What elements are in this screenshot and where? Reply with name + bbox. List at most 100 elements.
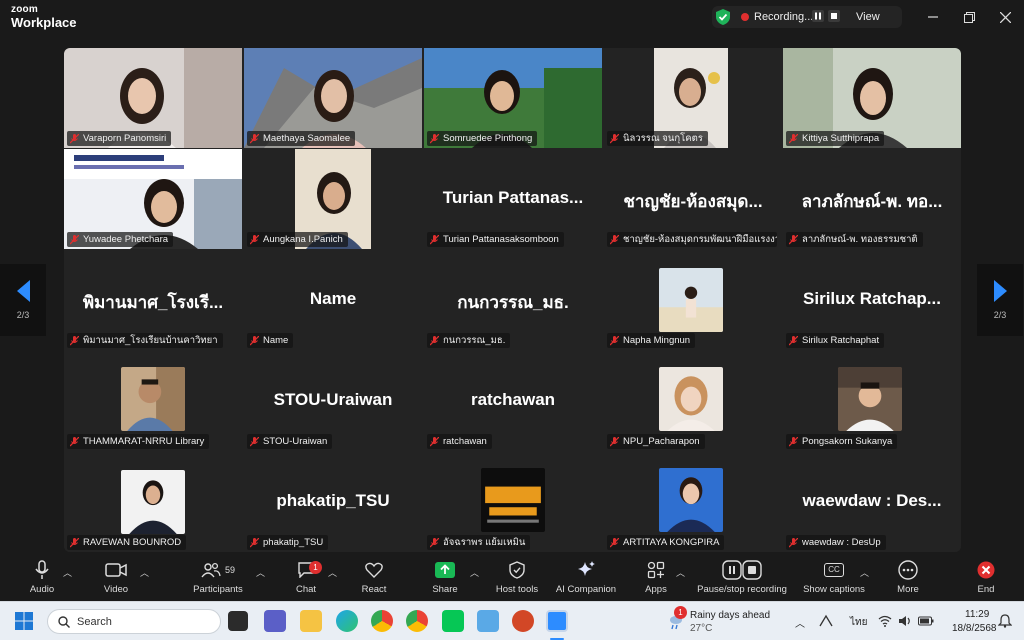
participant-name-label: Name bbox=[247, 333, 294, 348]
title-bar: zoom Workplace Recording... View bbox=[0, 0, 1024, 36]
input-language-indicator[interactable]: ไทย bbox=[850, 615, 867, 630]
mic-muted-icon bbox=[430, 537, 439, 547]
participant-name-label: Somruedee Pinthong bbox=[427, 131, 538, 146]
zoom-taskbar-icon[interactable] bbox=[546, 610, 568, 632]
volume-icon[interactable] bbox=[898, 615, 912, 627]
file-explorer-icon[interactable] bbox=[300, 610, 322, 632]
participant-display-name: waewdaw : Des... bbox=[802, 491, 942, 510]
edge-browser-icon[interactable] bbox=[336, 610, 358, 632]
participant-tile[interactable]: phakatip_TSU phakatip_TSU bbox=[244, 452, 422, 552]
close-icon[interactable] bbox=[996, 8, 1014, 26]
chat-options-chevron-icon[interactable]: ︿ bbox=[328, 566, 337, 579]
mic-muted-icon bbox=[70, 335, 79, 345]
page-indicator-left: 2/3 bbox=[16, 310, 30, 320]
participant-tile[interactable]: Pongsakorn Sukanya bbox=[783, 351, 961, 451]
participant-display-name: Name bbox=[309, 289, 357, 308]
battery-icon[interactable] bbox=[918, 615, 934, 627]
participant-name-label: Yuwadee Phetchara bbox=[67, 232, 174, 247]
react-button[interactable]: React bbox=[338, 558, 410, 598]
participant-tile[interactable]: STOU-Uraiwan STOU-Uraiwan bbox=[244, 351, 422, 451]
participant-tile[interactable]: ชาญชัย-ห้องสมุด... ชาญชัย-ห้องสมุดกรมพัฒ… bbox=[604, 149, 782, 249]
participant-profile-photo bbox=[659, 468, 723, 532]
participant-tile[interactable]: ARTITAYA KONGPIRA bbox=[604, 452, 782, 552]
participant-profile-photo bbox=[659, 367, 723, 431]
participant-tile[interactable]: NPU_Pacharapon bbox=[604, 351, 782, 451]
minimize-icon[interactable] bbox=[924, 8, 942, 26]
audio-options-chevron-icon[interactable]: ︿ bbox=[63, 566, 72, 579]
meeting-toolbar: Audio ︿ Video ︿ 59 Participants ︿ Chat 1… bbox=[0, 556, 1024, 600]
stop-recording-icon[interactable] bbox=[828, 10, 840, 22]
windows-start-icon[interactable] bbox=[15, 612, 33, 630]
participant-tile[interactable]: ratchawan ratchawan bbox=[424, 351, 602, 451]
powerpoint-icon[interactable] bbox=[512, 610, 534, 632]
recording-dot-icon bbox=[741, 13, 749, 21]
participants-options-chevron-icon[interactable]: ︿ bbox=[256, 566, 265, 579]
participants-button[interactable]: 59 Participants bbox=[182, 558, 254, 598]
video-options-chevron-icon[interactable]: ︿ bbox=[140, 566, 149, 579]
participant-display-name: STOU-Uraiwan bbox=[273, 390, 393, 409]
participant-display-name: ratchawan bbox=[470, 390, 556, 409]
chrome-icon[interactable] bbox=[371, 610, 393, 632]
ai-companion-button[interactable]: AI Companion bbox=[550, 558, 622, 598]
taskbar-search-input[interactable]: Search bbox=[47, 609, 221, 634]
participant-tile[interactable]: ลาภลักษณ์-พ. ทอ... ลาภลักษณ์-พ. ทองธรรมช… bbox=[783, 149, 961, 249]
participant-tile[interactable]: Yuwadee Phetchara bbox=[64, 149, 242, 249]
participant-tile[interactable]: Turian Pattanas... Turian Pattanasaksomb… bbox=[424, 149, 602, 249]
participant-tile[interactable]: Sirilux Ratchap... Sirilux Ratchaphat bbox=[783, 250, 961, 350]
participant-tile[interactable]: Aungkana I.Panich bbox=[244, 149, 422, 249]
participant-name-label: นิลวรรณ จนกุโคตร bbox=[607, 131, 708, 146]
chrome-profile-icon[interactable] bbox=[406, 610, 428, 632]
mic-muted-icon bbox=[250, 436, 259, 446]
line-app-icon[interactable] bbox=[442, 610, 464, 632]
heart-icon bbox=[365, 562, 383, 578]
participant-tile[interactable]: Kittiya Sutthiprapa bbox=[783, 48, 961, 148]
shield-check-icon[interactable] bbox=[716, 9, 730, 25]
pause-recording-icon[interactable] bbox=[812, 10, 824, 22]
participants-icon bbox=[201, 562, 221, 578]
task-view-icon[interactable] bbox=[228, 611, 248, 631]
teams-icon[interactable] bbox=[264, 610, 286, 632]
participant-tile[interactable]: Maethaya Saomalee bbox=[244, 48, 422, 148]
participant-tile[interactable]: พิมานมาศ_โรงเรี... พิมานมาศ_โรงเรียนบ้าน… bbox=[64, 250, 242, 350]
captions-options-chevron-icon[interactable]: ︿ bbox=[860, 566, 869, 579]
previous-page-button[interactable]: 2/3 bbox=[0, 264, 46, 336]
participant-name-label: พิมานมาศ_โรงเรียนบ้านคาวิทยา bbox=[67, 333, 223, 348]
participant-tile[interactable]: Varaporn Panomsiri bbox=[64, 48, 242, 148]
participant-name-label: Sirilux Ratchaphat bbox=[786, 333, 885, 348]
mic-muted-icon bbox=[250, 537, 259, 547]
end-meeting-button[interactable]: End bbox=[950, 558, 1022, 598]
tray-overflow-chevron-icon[interactable]: ︿ bbox=[795, 615, 805, 630]
participant-tile[interactable]: กนกวรรณ_มธ. กนกวรรณ_มธ. bbox=[424, 250, 602, 350]
participant-name-label: Pongsakorn Sukanya bbox=[786, 434, 898, 449]
view-button[interactable]: View bbox=[856, 11, 880, 23]
wifi-icon[interactable] bbox=[878, 615, 892, 627]
restore-icon[interactable] bbox=[960, 8, 978, 26]
recording-controls-icon bbox=[722, 560, 762, 580]
next-page-button[interactable]: 2/3 bbox=[977, 264, 1023, 336]
participant-tile[interactable]: waewdaw : Des... waewdaw : DesUp bbox=[783, 452, 961, 552]
clock-date[interactable]: 18/8/2568 bbox=[952, 623, 997, 634]
sparkle-icon bbox=[578, 561, 595, 576]
participant-profile-photo bbox=[659, 268, 723, 332]
mic-muted-icon bbox=[610, 436, 619, 446]
clock-time[interactable]: 11:29 bbox=[965, 609, 989, 620]
participant-tile[interactable]: Somruedee Pinthong bbox=[424, 48, 602, 148]
participant-tile[interactable]: อัจฉราพร แย้มเหมิน bbox=[424, 452, 602, 552]
apps-options-chevron-icon[interactable]: ︿ bbox=[676, 566, 685, 579]
participant-tile[interactable]: นิลวรรณ จนกุโคตร bbox=[604, 48, 782, 148]
network-tray-icon[interactable] bbox=[818, 614, 834, 628]
notepad-icon[interactable] bbox=[477, 610, 499, 632]
participants-count: 59 bbox=[224, 565, 235, 575]
participant-display-name: พิมานมาศ_โรงเรี... bbox=[82, 293, 224, 312]
participant-tile[interactable]: Napha Mingnun bbox=[604, 250, 782, 350]
participant-tile[interactable]: RAVEWAN BOUNROD bbox=[64, 452, 242, 552]
host-tools-button[interactable]: Host tools bbox=[481, 558, 553, 598]
notification-bell-icon[interactable] bbox=[998, 614, 1012, 628]
share-options-chevron-icon[interactable]: ︿ bbox=[470, 566, 479, 579]
participant-name-label: STOU-Uraiwan bbox=[247, 434, 333, 449]
pause-stop-recording-button[interactable]: Pause/stop recording bbox=[688, 558, 796, 598]
participant-tile[interactable]: THAMMARAT-NRRU Library bbox=[64, 351, 242, 451]
participant-tile[interactable]: Name Name bbox=[244, 250, 422, 350]
mic-muted-icon bbox=[250, 335, 259, 345]
more-button[interactable]: More bbox=[872, 558, 944, 598]
